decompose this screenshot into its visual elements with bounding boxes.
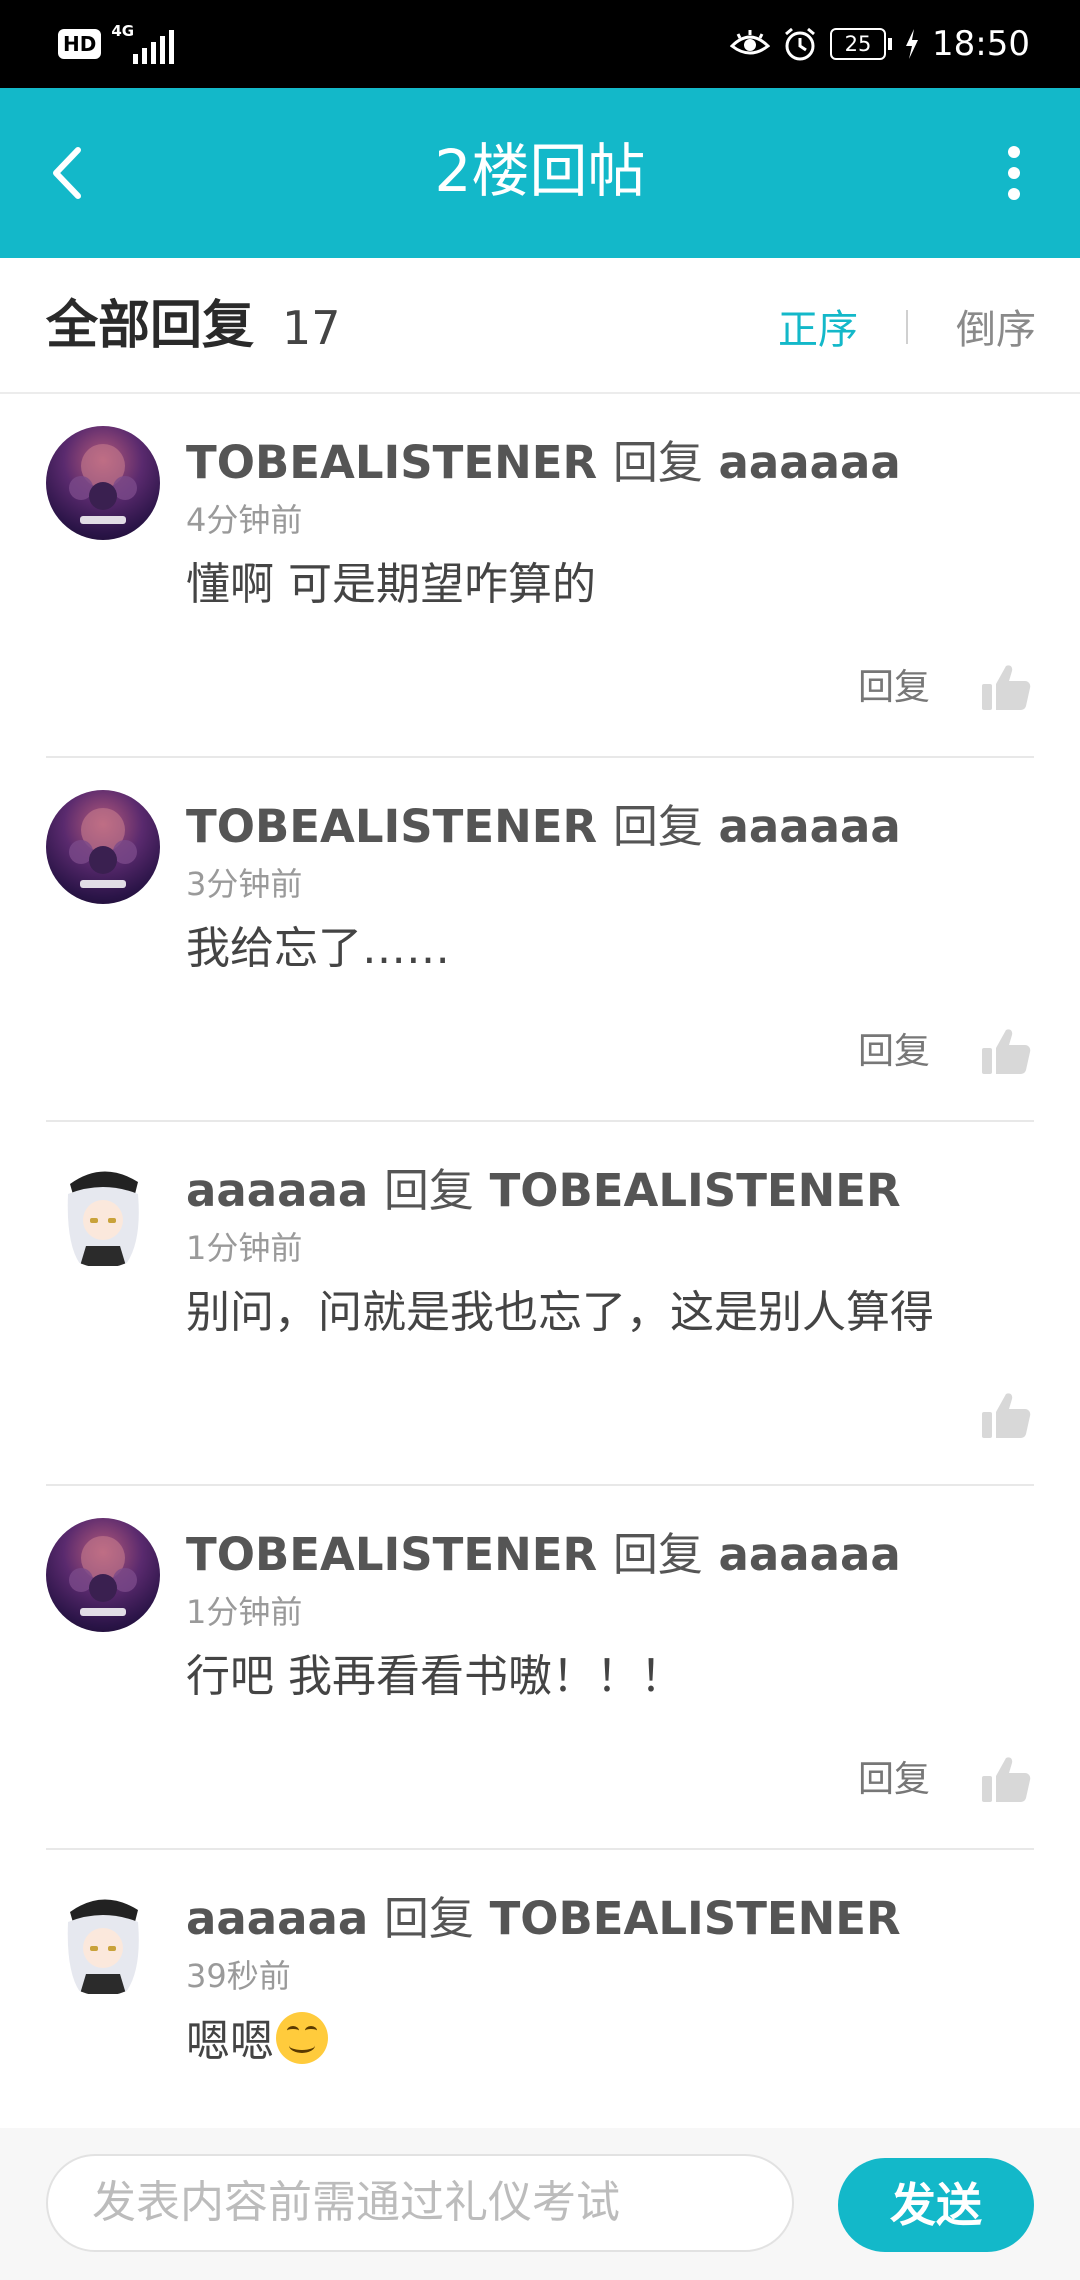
like-button[interactable] [980,1390,1032,1442]
reply-button[interactable]: 回复 [858,1756,930,1804]
reply-button[interactable]: 回复 [858,664,930,712]
smile-emoji-icon [276,2012,328,2064]
hd-badge: HD [58,29,102,59]
like-button[interactable] [980,1754,1032,1806]
network-type: 4G [111,22,135,40]
reply-content: 我给忘了…… [186,923,450,974]
anime-girl-avatar-icon [67,1171,139,1266]
reply-button[interactable]: 回复 [858,1028,930,1076]
reply-target[interactable]: aaaaaa [719,436,901,489]
avengers-poster-icon [69,808,137,888]
reply-time: 4分钟前 [186,501,303,539]
reply-item: TOBEALISTENER 回复 aaaaaa 4分钟前 懂啊 可是期望咋算的 … [0,394,1080,758]
reply-author-line: aaaaaa 回复 TOBEALISTENER [186,1162,901,1220]
reply-content: 行吧 我再看看书嗷！！！ [186,1651,684,1702]
like-button[interactable] [980,662,1032,714]
reply-author-line: TOBEALISTENER 回复 aaaaaa [186,434,901,492]
reply-time: 3分钟前 [186,865,303,903]
avatar[interactable] [46,1154,160,1268]
reply-author[interactable]: TOBEALISTENER [186,436,597,489]
reply-item: TOBEALISTENER 回复 aaaaaa 1分钟前 行吧 我再看看书嗷！！… [0,1486,1080,1850]
reply-author[interactable]: TOBEALISTENER [186,1528,597,1581]
reply-author-line: TOBEALISTENER 回复 aaaaaa [186,1526,901,1584]
app-bar: 2楼回帖 [0,88,1080,258]
thumbs-up-icon [982,665,1031,710]
reply-author-line: aaaaaa 回复 TOBEALISTENER [186,1890,901,1948]
more-vertical-icon [1002,146,1026,200]
avengers-poster-icon [69,1536,137,1616]
thumbs-up-icon [982,1757,1031,1802]
reply-content: 别问，问就是我也忘了，这是别人算得 [186,1287,934,1338]
like-button[interactable] [980,1026,1032,1078]
all-replies-title: 全部回复 [46,296,255,356]
avatar[interactable] [46,790,160,904]
thumbs-up-icon [982,1029,1031,1074]
battery-icon: 25 [830,28,893,60]
signal-icon: 4G [111,22,175,64]
reply-item: TOBEALISTENER 回复 aaaaaa 3分钟前 我给忘了…… 回复 [0,758,1080,1122]
reply-verb: 回复 [383,1164,474,1217]
avengers-poster-icon [69,444,137,524]
reply-time: 39秒前 [186,1957,291,1995]
reply-content: 懂啊 可是期望咋算的 [186,559,596,610]
thumbs-up-icon [982,1393,1031,1438]
avatar[interactable] [46,1882,160,1996]
eye-comfort-icon [730,30,771,55]
alarm-icon [785,27,815,61]
reply-time: 1分钟前 [186,1593,303,1631]
reply-author[interactable]: aaaaaa [186,1164,368,1217]
comment-input-bar: 发表内容前需通过礼仪考试 发送 [0,2128,1080,2280]
status-left: HD 4G [58,22,175,64]
reply-verb: 回复 [612,800,703,853]
battery-level: 25 [830,28,887,60]
clock: 18:50 [932,24,1030,64]
anime-girl-avatar-icon [67,1899,139,1994]
reply-verb: 回复 [612,1528,703,1581]
reply-author[interactable]: TOBEALISTENER [186,800,597,853]
reply-header: 全部回复 17 正序 倒序 [0,258,1080,394]
comment-input[interactable]: 发表内容前需通过礼仪考试 [46,2154,794,2252]
reply-verb: 回复 [383,1892,474,1945]
reply-verb: 回复 [612,436,703,489]
sort-descending-tab[interactable]: 倒序 [956,302,1036,358]
avatar[interactable] [46,426,160,540]
reply-target[interactable]: aaaaaa [719,1528,901,1581]
reply-target[interactable]: TOBEALISTENER [490,1164,901,1217]
reply-content-text: 嗯嗯 [186,2016,274,2067]
sort-divider [906,310,908,344]
sort-ascending-tab[interactable]: 正序 [778,302,858,358]
more-options-button[interactable] [1002,146,1026,206]
reply-item: aaaaaa 回复 TOBEALISTENER 1分钟前 别问，问就是我也忘了，… [0,1122,1080,1486]
reply-list: TOBEALISTENER 回复 aaaaaa 4分钟前 懂啊 可是期望咋算的 … [0,394,1080,2214]
reply-target[interactable]: TOBEALISTENER [490,1892,901,1945]
status-right: 25 18:50 [730,20,1030,68]
charging-icon [906,29,919,59]
reply-time: 1分钟前 [186,1229,303,1267]
page-title: 2楼回帖 [434,137,646,205]
reply-target[interactable]: aaaaaa [719,800,901,853]
reply-author[interactable]: aaaaaa [186,1892,368,1945]
send-button[interactable]: 发送 [838,2158,1034,2252]
reply-author-line: TOBEALISTENER 回复 aaaaaa [186,798,901,856]
reply-content: 嗯嗯 [186,2012,328,2071]
status-bar: HD 4G 25 18:50 [0,0,1080,88]
reply-count: 17 [282,301,341,355]
avatar[interactable] [46,1518,160,1632]
